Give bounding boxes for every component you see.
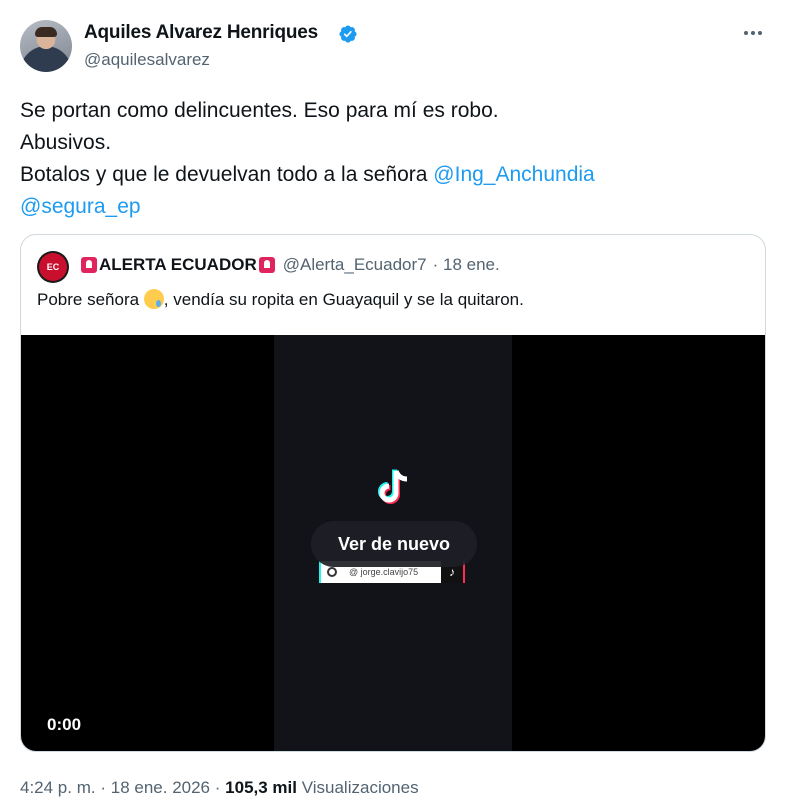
- quoted-text-after: , vendía su ropita en Guayaquil y se la …: [163, 290, 524, 309]
- tweet-line-3: Botalos y que le devuelvan todo a la señ…: [20, 159, 760, 191]
- author-handle[interactable]: @aquilesalvarez: [84, 50, 210, 70]
- video-time: 0:00: [47, 715, 82, 734]
- quoted-header: ALERTA ECUADOR @Alerta_Ecuador7 · 18 ene…: [79, 255, 500, 275]
- post-time[interactable]: 4:24 p. m.: [20, 778, 96, 797]
- siren-icon: [258, 257, 275, 273]
- views-label: Visualizaciones: [301, 778, 419, 797]
- tiktok-username: @ jorge.clavijo75: [349, 567, 419, 577]
- views-count: 105,3 mil: [225, 778, 297, 797]
- mention-link-ing-anchundia[interactable]: @Ing_Anchundia: [433, 163, 594, 186]
- search-icon: [327, 567, 337, 577]
- quoted-author-handle[interactable]: @Alerta_Ecuador7: [283, 255, 427, 275]
- mention-link-segura-ep[interactable]: @segura_ep: [20, 195, 141, 218]
- quoted-tweet-card[interactable]: EC ALERTA ECUADOR @Alerta_Ecuador7 · 18 …: [20, 234, 766, 752]
- tweet-line-3-text: Botalos y que le devuelvan todo a la señ…: [20, 163, 434, 186]
- tweet-line-2: Abusivos.: [20, 131, 112, 154]
- quoted-text-before: Pobre señora: [37, 290, 144, 309]
- tweet-line-4: @segura_ep: [20, 191, 760, 223]
- more-options-icon[interactable]: [740, 20, 766, 46]
- author-avatar[interactable]: [20, 20, 72, 72]
- quoted-date[interactable]: · 18 ene.: [433, 255, 500, 275]
- tweet-line-1: Se portan como delincuentes. Eso para mí…: [20, 99, 499, 122]
- quoted-author-name[interactable]: ALERTA ECUADOR: [99, 255, 257, 275]
- crying-face-emoji-icon: [143, 289, 164, 309]
- tweet-text: Se portan como delincuentes. Eso para mí…: [20, 95, 760, 223]
- video-player[interactable]: @ jorge.clavijo75 ♪ Ver de nuevo 0:00: [21, 335, 765, 751]
- tweet-footer: 4:24 p. m. · 18 ene. 2026 · 105,3 mil Vi…: [20, 778, 419, 797]
- post-date[interactable]: 18 ene. 2026: [111, 778, 210, 797]
- siren-icon: [81, 257, 97, 273]
- verified-badge-icon: [339, 25, 357, 43]
- quoted-avatar[interactable]: EC: [37, 251, 69, 283]
- quoted-text: Pobre señora , vendía su ropita en Guaya…: [37, 289, 524, 310]
- tiktok-logo-icon: [378, 469, 408, 504]
- replay-button[interactable]: Ver de nuevo: [311, 521, 477, 567]
- author-name[interactable]: Aquiles Alvarez Henriques: [84, 22, 318, 44]
